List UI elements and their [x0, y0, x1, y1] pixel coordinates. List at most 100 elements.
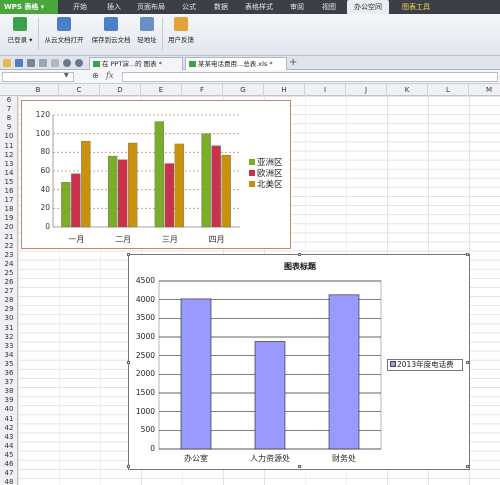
- tab-office-space[interactable]: 办公空间: [347, 0, 389, 14]
- row-header-41[interactable]: 41: [0, 415, 18, 424]
- row-header-6[interactable]: 6: [0, 96, 18, 105]
- column-header-g[interactable]: G: [223, 84, 264, 96]
- row-header-16[interactable]: 16: [0, 187, 18, 196]
- row-header-43[interactable]: 43: [0, 433, 18, 442]
- folder-icon[interactable]: [3, 59, 11, 67]
- bar-phone-cost[interactable]: [328, 294, 360, 450]
- row-header-9[interactable]: 9: [0, 123, 18, 132]
- row-header-13[interactable]: 13: [0, 160, 18, 169]
- column-header-m[interactable]: M: [469, 84, 500, 96]
- column-header-f[interactable]: F: [182, 84, 223, 96]
- row-header-14[interactable]: 14: [0, 169, 18, 178]
- row-header-38[interactable]: 38: [0, 387, 18, 396]
- resize-handle[interactable]: [466, 465, 469, 468]
- row-header-23[interactable]: 23: [0, 251, 18, 260]
- tab-review[interactable]: 审阅: [283, 0, 311, 14]
- tab-insert[interactable]: 插入: [100, 0, 128, 14]
- regional-bar-chart[interactable]: 亚洲区 欧洲区 北美区 0 20 40 60 80 100 120 一月 二月 三月 四月: [21, 100, 291, 249]
- resize-handle[interactable]: [466, 253, 469, 256]
- tab-page-layout[interactable]: 页面布局: [132, 0, 170, 14]
- row-header-40[interactable]: 40: [0, 405, 18, 414]
- row-header-31[interactable]: 31: [0, 324, 18, 333]
- tab-view[interactable]: 视图: [315, 0, 343, 14]
- logged-in-button[interactable]: 已登录 ▾: [3, 17, 37, 53]
- bar-europe[interactable]: [117, 159, 128, 228]
- column-header-h[interactable]: H: [264, 84, 305, 96]
- fx-icon[interactable]: fx: [106, 71, 113, 80]
- row-header-12[interactable]: 12: [0, 151, 18, 160]
- column-header-e[interactable]: E: [141, 84, 182, 96]
- tab-formulas[interactable]: 公式: [175, 0, 203, 14]
- row-header-42[interactable]: 42: [0, 424, 18, 433]
- open-from-cloud-button[interactable]: 从云文档打开: [42, 17, 86, 53]
- phone-cost-chart[interactable]: 图表标题 2013年度电话费 0 500 1000 1500 2000 2500 3000 3…: [127, 253, 470, 470]
- doc-tab-phone-summary[interactable]: 某某电话费用...总表.xls *: [185, 57, 287, 70]
- resize-handle[interactable]: [466, 361, 469, 364]
- column-header-j[interactable]: J: [346, 84, 387, 96]
- app-menu-button[interactable]: WPS 表格 ▾: [0, 0, 58, 14]
- row-header-39[interactable]: 39: [0, 396, 18, 405]
- row-header-20[interactable]: 20: [0, 223, 18, 232]
- row-header-28[interactable]: 28: [0, 296, 18, 305]
- chart-legend[interactable]: 2013年度电话费: [387, 359, 463, 371]
- row-header-29[interactable]: 29: [0, 305, 18, 314]
- save-icon[interactable]: [15, 59, 23, 67]
- user-feedback-button[interactable]: 用户反馈: [165, 17, 197, 53]
- row-header-34[interactable]: 34: [0, 351, 18, 360]
- bar-europe[interactable]: [164, 163, 175, 228]
- row-header-36[interactable]: 36: [0, 369, 18, 378]
- row-header-26[interactable]: 26: [0, 278, 18, 287]
- row-header-45[interactable]: 45: [0, 451, 18, 460]
- bar-namerica[interactable]: [81, 140, 91, 228]
- row-header-15[interactable]: 15: [0, 178, 18, 187]
- column-header-c[interactable]: C: [59, 84, 100, 96]
- column-header-b[interactable]: B: [18, 84, 59, 96]
- bar-phone-cost[interactable]: [254, 341, 286, 450]
- row-header-44[interactable]: 44: [0, 442, 18, 451]
- redo-icon[interactable]: [75, 59, 83, 67]
- row-header-33[interactable]: 33: [0, 342, 18, 351]
- column-header-i[interactable]: I: [305, 84, 346, 96]
- short-link-button[interactable]: 轻地址: [134, 17, 160, 53]
- chevron-down-icon[interactable]: ▼: [64, 72, 69, 79]
- bar-europe[interactable]: [211, 145, 221, 228]
- row-header-46[interactable]: 46: [0, 460, 18, 469]
- row-header-27[interactable]: 27: [0, 287, 18, 296]
- row-header-25[interactable]: 25: [0, 269, 18, 278]
- bar-asia[interactable]: [61, 182, 71, 228]
- row-header-30[interactable]: 30: [0, 314, 18, 323]
- row-header-21[interactable]: 21: [0, 233, 18, 242]
- tab-chart-tools[interactable]: 图表工具: [395, 0, 437, 14]
- bar-europe[interactable]: [71, 173, 81, 228]
- row-header-24[interactable]: 24: [0, 260, 18, 269]
- bar-namerica[interactable]: [174, 143, 185, 228]
- tab-data[interactable]: 数据: [207, 0, 235, 14]
- column-header-k[interactable]: K: [387, 84, 428, 96]
- doc-tab-ppt-chart[interactable]: 在 PPT演...的 图表 *: [89, 57, 183, 70]
- tab-home[interactable]: 开始: [66, 0, 94, 14]
- zoom-icon[interactable]: ⊕: [92, 71, 99, 80]
- undo-icon[interactable]: [63, 59, 71, 67]
- row-header-35[interactable]: 35: [0, 360, 18, 369]
- row-header-47[interactable]: 47: [0, 469, 18, 478]
- column-header-l[interactable]: L: [428, 84, 469, 96]
- resize-handle[interactable]: [298, 253, 301, 256]
- print-preview-icon[interactable]: [39, 59, 47, 67]
- format-painter-icon[interactable]: [51, 59, 59, 67]
- tab-table-style[interactable]: 表格样式: [240, 0, 278, 14]
- bar-phone-cost[interactable]: [180, 298, 212, 450]
- row-header-37[interactable]: 37: [0, 378, 18, 387]
- resize-handle[interactable]: [298, 465, 301, 468]
- row-header-11[interactable]: 11: [0, 142, 18, 151]
- column-header-d[interactable]: D: [100, 84, 141, 96]
- print-icon[interactable]: [27, 59, 35, 67]
- resize-handle[interactable]: [127, 465, 130, 468]
- row-header-7[interactable]: 7: [0, 105, 18, 114]
- row-header-10[interactable]: 10: [0, 132, 18, 141]
- resize-handle[interactable]: [127, 361, 130, 364]
- bar-namerica[interactable]: [127, 142, 138, 228]
- bar-namerica[interactable]: [221, 154, 231, 228]
- row-header-18[interactable]: 18: [0, 205, 18, 214]
- row-header-48[interactable]: 48: [0, 478, 18, 485]
- save-to-cloud-button[interactable]: 保存到云文档: [88, 17, 134, 53]
